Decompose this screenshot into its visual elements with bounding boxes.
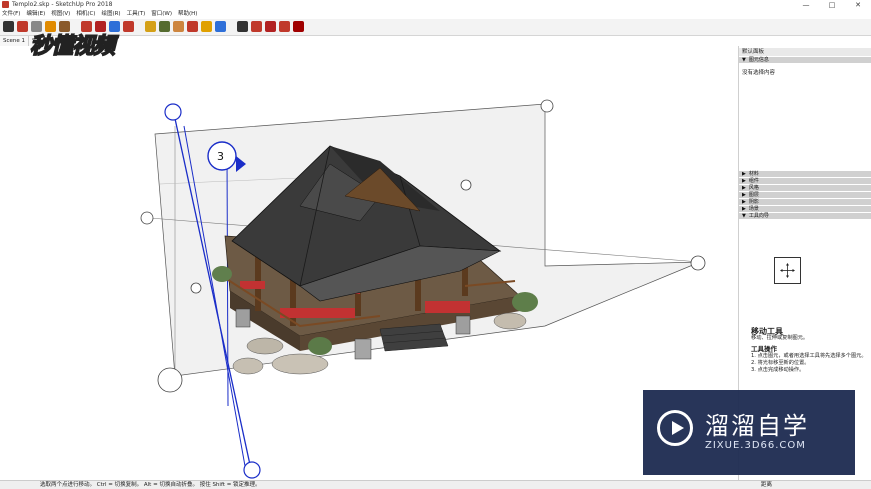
- panel-header-entity-info[interactable]: ▼ 图元信息: [739, 57, 871, 63]
- menu-view[interactable]: 视图(V): [51, 10, 70, 19]
- collapse-triangle-icon: ▼: [742, 213, 746, 219]
- collapse-triangle-icon: ▼: [742, 57, 746, 63]
- plane-handle[interactable]: [140, 211, 154, 225]
- menu-help[interactable]: 帮助(H): [178, 10, 197, 19]
- window-title: Templo2.skp - SketchUp Pro 2018: [12, 1, 113, 8]
- walk-tool-icon[interactable]: [237, 21, 248, 32]
- op-step: 1. 点击图元，或者用选择工具将先选择多个图元。: [751, 353, 867, 359]
- expand-triangle-icon: ▶: [742, 178, 746, 184]
- expand-triangle-icon: ▶: [742, 185, 746, 191]
- op-step: 3. 点击完成移动操作。: [751, 367, 805, 373]
- title-bar: Templo2.skp - SketchUp Pro 2018 — □ ✕: [0, 0, 871, 10]
- select-tool-icon[interactable]: [3, 21, 14, 32]
- watermark-brand: 溜溜自学: [705, 412, 809, 440]
- warehouse-tool-icon[interactable]: [251, 21, 262, 32]
- expand-triangle-icon: ▶: [742, 171, 746, 177]
- section-number: 3: [217, 150, 224, 163]
- play-logo-icon: [657, 410, 693, 446]
- protractor-tool-icon[interactable]: [173, 21, 184, 32]
- tool-name: 移动工具: [751, 327, 783, 336]
- plane-handle-large[interactable]: [157, 367, 183, 393]
- plane-handle[interactable]: [540, 99, 554, 113]
- eraser-tool-icon[interactable]: [17, 21, 28, 32]
- watermark-banner: 溜溜自学 ZIXUE.3D66.COM: [643, 390, 855, 475]
- panel-header-materials[interactable]: ▶ 材料: [739, 171, 871, 177]
- layout-tool-icon[interactable]: [279, 21, 290, 32]
- section-marker[interactable]: [164, 103, 182, 121]
- menu-file[interactable]: 文件(F): [2, 10, 20, 19]
- pan-tool-icon[interactable]: [201, 21, 212, 32]
- rotate-tool-icon[interactable]: [123, 21, 134, 32]
- model-viewport[interactable]: 3: [0, 46, 737, 480]
- ruby-tool-icon[interactable]: [293, 21, 304, 32]
- maximize-button[interactable]: □: [819, 0, 845, 10]
- watermark-url: ZIXUE.3D66.COM: [705, 440, 806, 451]
- tray-title: 默认面板: [739, 48, 871, 56]
- expand-triangle-icon: ▶: [742, 206, 746, 212]
- expand-triangle-icon: ▶: [742, 199, 746, 205]
- watermark-miaodong: 秒懂视频: [29, 33, 116, 60]
- plane-handle[interactable]: [190, 282, 202, 294]
- extension-tool-icon[interactable]: [265, 21, 276, 32]
- no-selection-text: 没有选择内容: [742, 70, 776, 76]
- menu-bar: 文件(F) 编辑(E) 视图(V) 相机(C) 绘图(R) 工具(T) 窗口(W…: [0, 10, 871, 19]
- panel-header-scenes[interactable]: ▶ 场景: [739, 206, 871, 212]
- menu-tools[interactable]: 工具(T): [127, 10, 146, 19]
- panel-header-components[interactable]: ▶ 组件: [739, 178, 871, 184]
- panel-header-shadows[interactable]: ▶ 阴影: [739, 199, 871, 205]
- move-arrows-icon: [780, 263, 795, 278]
- close-button[interactable]: ✕: [845, 0, 871, 10]
- menu-draw[interactable]: 绘图(R): [101, 10, 120, 19]
- model-canvas[interactable]: 3: [0, 46, 737, 480]
- tab-scene-1[interactable]: Scene 1: [0, 36, 30, 46]
- instructor-content: 移动工具 移动、拉伸或复制图元。 工具操作 1. 点击图元，或者用选择工具将先选…: [751, 328, 869, 374]
- panel-header-styles[interactable]: ▶ 风格: [739, 185, 871, 191]
- window-controls: — □ ✕: [793, 0, 871, 10]
- zoom-tool-icon[interactable]: [187, 21, 198, 32]
- panel-header-instructor[interactable]: ▼ 工具向导: [739, 213, 871, 219]
- toolbar: [0, 19, 871, 36]
- move-tool-preview: [774, 257, 801, 284]
- ops-title: 工具操作: [751, 345, 777, 353]
- zoom-extents-tool-icon[interactable]: [215, 21, 226, 32]
- tool-description: 移动、拉伸或复制图元。: [751, 335, 809, 341]
- panel-header-layers[interactable]: ▶ 图层: [739, 192, 871, 198]
- sketchup-app-icon: [2, 1, 9, 8]
- text-tool-icon[interactable]: [145, 21, 156, 32]
- expand-triangle-icon: ▶: [742, 192, 746, 198]
- menu-edit[interactable]: 编辑(E): [26, 10, 45, 19]
- menu-camera[interactable]: 相机(C): [76, 10, 95, 19]
- op-step: 2. 将光标移至新的位置。: [751, 360, 810, 366]
- dimension-tool-icon[interactable]: [159, 21, 170, 32]
- plane-handle[interactable]: [690, 255, 706, 271]
- menu-window[interactable]: 窗口(W): [151, 10, 172, 19]
- plane-handle[interactable]: [460, 179, 472, 191]
- minimize-button[interactable]: —: [793, 0, 819, 10]
- section-marker[interactable]: [243, 461, 261, 479]
